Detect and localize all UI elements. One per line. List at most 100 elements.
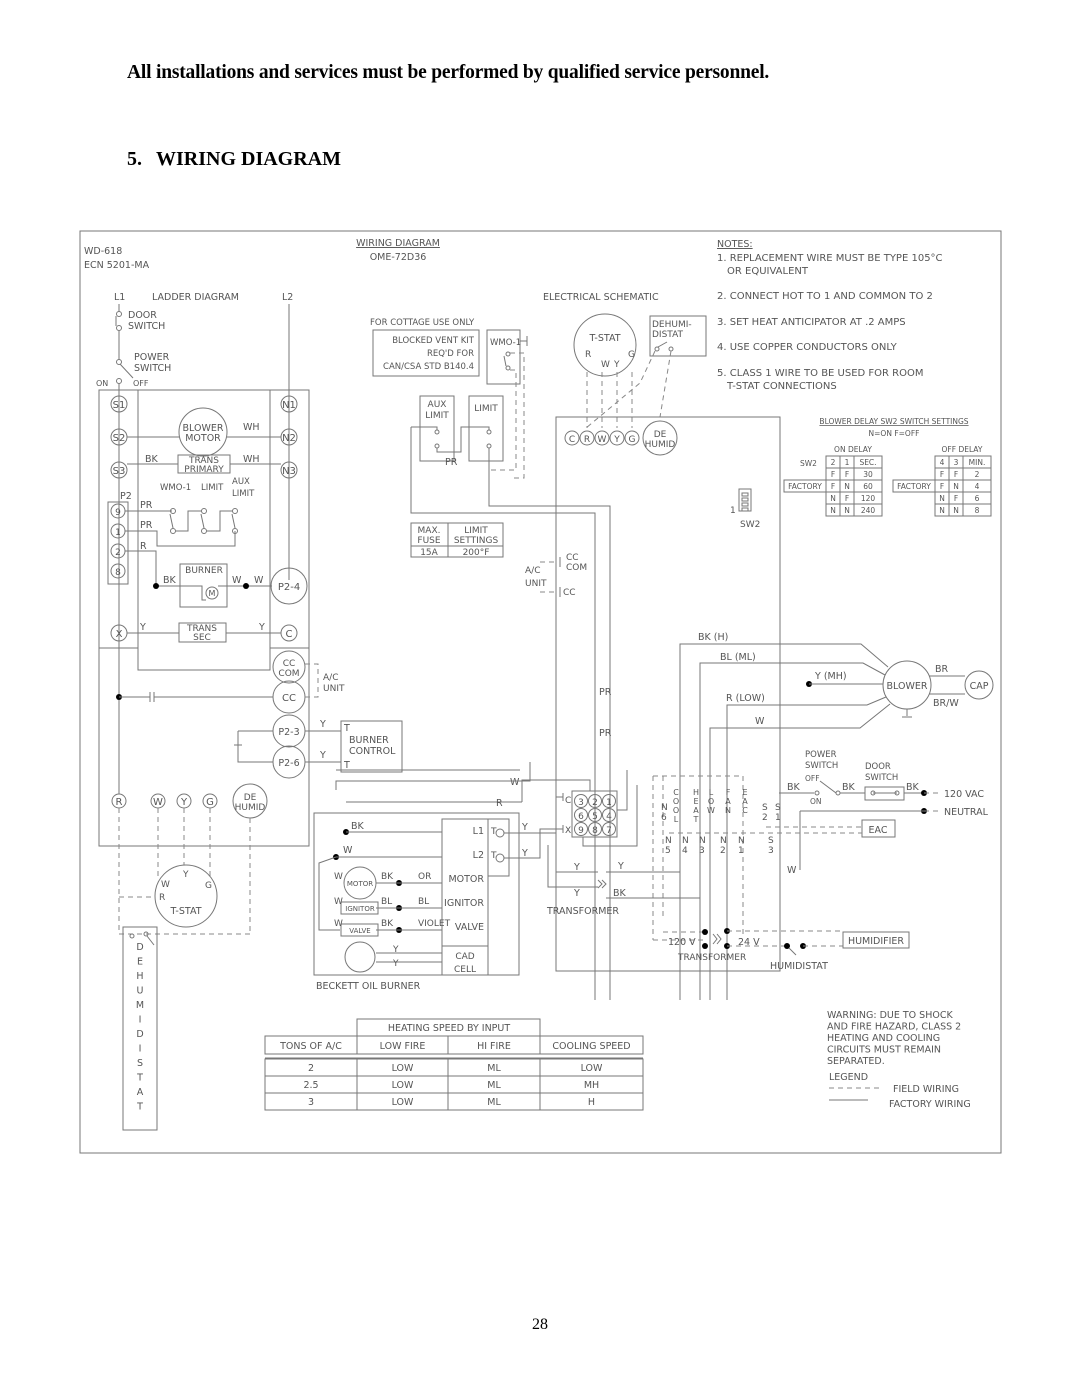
wire-label-w: W [343,845,353,856]
relay-label: W [707,806,715,815]
sw2-table-label: SW2 [800,459,817,468]
tstat-y: Y [613,360,620,370]
wire-label: BL [418,897,429,907]
burner-terminal-label: L1 [473,826,484,837]
speed-cell-text: 3 [308,1097,314,1108]
factory-label: FACTORY [788,482,822,491]
relay-terminal-label: 3 [699,846,705,856]
tstat-y: Y [182,870,189,880]
sw2-pin-one: 1 [730,506,736,516]
limit-blade [200,513,205,529]
wire-label-bk: BK [613,888,627,899]
transformer-label: TRANSFORMER [546,906,619,917]
wire-label: BK [381,919,394,929]
relay-label: L [674,815,679,824]
door-switch-label: DOOR [128,310,157,321]
pr-label: PR [599,687,612,698]
limit-blade [169,513,174,529]
vac-label: 120 VAC [944,789,984,800]
wire-label-y: Y [392,959,399,969]
plug-pin-4-label: 4 [606,812,612,822]
wire-label-r: R [496,798,503,809]
off-delay-table-cell-text: N [953,482,959,491]
transformer-coil [712,933,718,945]
humid-transformer-label: TRANSFORMER [677,953,746,963]
wire-label-w: Y [617,861,624,872]
plug-pin-8-label: 8 [592,826,598,836]
relay-terminal-label: N [665,836,672,846]
aux-limit-label: LIMIT [425,411,449,421]
wire-label-w: W [755,716,765,727]
wire [207,510,233,532]
sw2-toggle [741,507,749,512]
relay-terminal-label: N [682,836,689,846]
note-item: 5. CLASS 1 WIRE TO BE USED FOR ROOM [717,368,924,379]
on-label: ON [96,379,108,388]
power-switch-label: POWER [134,352,170,363]
terminal-s2-label: S2 [113,433,126,444]
on-delay-table-cell-text: F [845,470,849,479]
wire-label-y: Y [258,622,265,633]
s1-label: S [775,803,781,813]
tstat-w: W [161,880,170,890]
wire-label: BL [381,897,392,907]
limit-label: LIMIT [201,483,224,493]
note-item: 4. USE COPPER CONDUCTORS ONLY [717,342,898,353]
tstat-g: G [628,350,635,360]
wire-label-y: Y [319,719,326,730]
power-switch-blade [119,363,134,379]
relay-label: H [693,788,699,797]
wire-label-bk: BK [145,454,159,465]
field-wire [510,352,525,479]
on-delay-table-cell-text: 120 [861,494,876,503]
relay-label: O [673,797,679,806]
limit-setting-value: 200°F [463,548,490,558]
speed-header-text: LOW FIRE [380,1041,426,1052]
aux-limit-label: LIMIT [232,489,255,499]
off-delay-table-cell-text: 4 [940,458,945,467]
wire-label-w: W [254,575,264,586]
relay-label: A [693,806,699,815]
relay-label: O [673,806,679,815]
dehumidistat-letter: D [136,942,143,953]
off-delay-table-cell-text: F [940,482,944,491]
p2-pin-9-label: 9 [115,508,121,518]
plug-pin-3-label: 3 [578,798,584,808]
relay-terminal-label: 4 [682,846,688,856]
off-delay-table-cell-text: N [939,494,945,503]
wire-label-y: Y [573,888,580,899]
pr-label: PR [599,728,612,739]
legend-factory-label: FACTORY WIRING [889,1099,971,1110]
off-delay-table-cell-text: 6 [975,494,980,503]
wire-label-r: R [140,541,147,552]
wire [176,510,202,532]
speed-header-text: HI FIRE [477,1041,511,1052]
plug-pin-1-label: 1 [606,798,612,808]
door-switch-label: SWITCH [865,773,898,783]
board-terminal-w-label: W [598,435,607,445]
terminal-screw [495,828,505,838]
note-item: 1. REPLACEMENT WIRE MUST BE TYPE 105°C [717,253,943,264]
sw2-toggle [741,492,749,497]
blower-delay-subtitle: N=ON F=OFF [869,429,920,438]
bk-label: BK [787,782,801,793]
relay-label: L [709,788,714,797]
wire-label-pr: PR [140,500,153,511]
wire-label-w: W [787,865,797,876]
aux-limit-label: AUX [428,400,447,410]
on-delay-table-cell-text: F [845,494,849,503]
cap-label: CAP [970,681,989,692]
wire-label-w: W [334,872,343,882]
wire [237,731,273,763]
blocked-vent-text: BLOCKED VENT KIT [392,336,475,346]
dehumidistat-letter: D [136,1029,143,1040]
wire-label-y: Y [319,750,326,761]
limit-label: LIMIT [474,404,498,414]
on-delay-table-cell-text: 1 [845,458,850,467]
p2-pin-8-label: 8 [115,568,121,578]
wire-label-w: W [232,575,242,586]
diagram-title: WIRING DIAGRAM [356,238,440,249]
off-delay-table-cell-text: F [954,470,958,479]
schematic-title: ELECTRICAL SCHEMATIC [543,292,659,303]
relay-label: C [742,806,748,815]
